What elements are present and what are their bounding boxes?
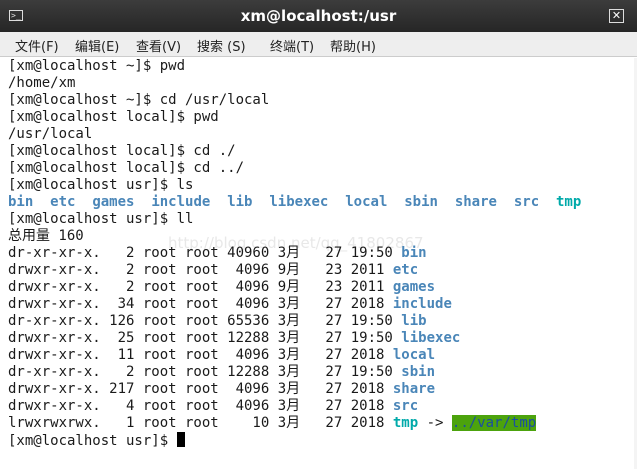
- menu-search[interactable]: 搜索 (S): [197, 36, 246, 55]
- terminal-line: [xm@localhost local]$ cd ./: [8, 143, 236, 159]
- ll-row: dr-xr-xr-x. 2 root root 12288 3月 27 19:5…: [8, 364, 435, 381]
- ll-row: drwxr-xr-x. 34 root root 4096 3月 27 2018…: [8, 296, 452, 313]
- ll-row: drwxr-xr-x. 4 root root 4096 3月 27 2018 …: [8, 398, 418, 415]
- ll-row-info: drwxr-xr-x. 34 root root 4096 3月 27 2018: [8, 296, 393, 312]
- menu-edit[interactable]: 编辑(E): [75, 36, 119, 55]
- ll-row: lrwxrwxrwx. 1 root root 10 3月 27 2018 tm…: [8, 415, 537, 432]
- terminal-line: [xm@localhost local]$ cd ../: [8, 160, 245, 176]
- ll-row: drwxr-xr-x. 217 root root 4096 3月 27 201…: [8, 381, 435, 398]
- ls-entry-local: local: [345, 194, 388, 210]
- menu-view[interactable]: 查看(V): [136, 36, 181, 55]
- menu-file[interactable]: 文件(F): [15, 36, 59, 55]
- ll-row-name: local: [392, 347, 436, 363]
- ll-row-info: dr-xr-xr-x. 126 root root 65536 3月 27 19…: [8, 313, 402, 329]
- terminal-line: [xm@localhost usr]$ ll: [8, 211, 194, 227]
- ls-entry-bin: bin: [8, 194, 34, 210]
- close-button[interactable]: ✕: [609, 9, 624, 23]
- title-bar: >_ xm@localhost:/usr ✕: [0, 0, 637, 32]
- ll-row-name: lib: [401, 313, 427, 329]
- terminal-line: [xm@localhost usr]$ ls: [8, 177, 194, 193]
- ll-row: drwxr-xr-x. 25 root root 12288 3月 27 19:…: [8, 330, 460, 347]
- ll-row-info: drwxr-xr-x. 4 root root 4096 3月 27 2018: [8, 398, 393, 414]
- terminal-line: [xm@localhost ~]$ pwd: [8, 58, 186, 74]
- ll-row: drwxr-xr-x. 2 root root 4096 9月 23 2011 …: [8, 262, 418, 279]
- menu-help[interactable]: 帮助(H): [330, 36, 376, 55]
- menu-bar: 文件(F) 编辑(E) 查看(V) 搜索 (S) 终端(T) 帮助(H): [0, 32, 637, 57]
- terminal-line: /home/xm: [8, 75, 76, 91]
- ll-row-info: drwxr-xr-x. 11 root root 4096 3月 27 2018: [8, 347, 393, 363]
- ll-row: drwxr-xr-x. 2 root root 4096 9月 23 2011 …: [8, 279, 435, 296]
- ls-output-line: bin etc games include lib libexec local …: [8, 194, 581, 211]
- ll-row-info: dr-xr-xr-x. 2 root root 40960 3月 27 19:5…: [8, 245, 402, 261]
- ll-row-info: drwxr-xr-x. 217 root root 4096 3月 27 201…: [8, 381, 393, 397]
- text-cursor: [176, 432, 185, 447]
- ls-entry-src: src: [513, 194, 540, 210]
- ll-row-info: drwxr-xr-x. 2 root root 4096 9月 23 2011: [8, 279, 393, 295]
- ls-entry-etc: etc: [50, 194, 76, 210]
- symlink-target: ../var/tmp: [451, 415, 537, 431]
- ls-entry-libexec: libexec: [269, 194, 329, 210]
- terminal-output[interactable]: http://blog.csdn.net/qq_41802867 [xm@loc…: [0, 58, 637, 469]
- ll-row: dr-xr-xr-x. 126 root root 65536 3月 27 19…: [8, 313, 427, 330]
- ls-entry-sbin: sbin: [404, 194, 438, 210]
- ll-row-name: bin: [401, 245, 427, 261]
- menu-terminal[interactable]: 终端(T): [270, 36, 314, 55]
- terminal-line: [xm@localhost local]$ pwd: [8, 109, 219, 125]
- ll-row-info: drwxr-xr-x. 25 root root 12288 3月 27 19:…: [8, 330, 402, 346]
- ls-entry-games: games: [92, 194, 135, 210]
- ls-entry-include: include: [151, 194, 211, 210]
- ls-entry-lib: lib: [227, 194, 253, 210]
- symlink-arrow: ->: [418, 415, 452, 431]
- ll-row-name: games: [392, 279, 436, 295]
- ll-row: drwxr-xr-x. 11 root root 4096 3月 27 2018…: [8, 347, 435, 364]
- ll-row: dr-xr-xr-x. 2 root root 40960 3月 27 19:5…: [8, 245, 427, 262]
- ls-entry-share: share: [454, 194, 497, 210]
- total-line: 总用量 160: [8, 228, 84, 244]
- ls-entry-tmp: tmp: [556, 194, 582, 210]
- terminal-line: [xm@localhost ~]$ cd /usr/local: [8, 92, 270, 108]
- ll-row-name: etc: [392, 262, 419, 278]
- prompt-line[interactable]: [xm@localhost usr]$: [8, 432, 185, 449]
- prompt-text: [xm@localhost usr]$: [8, 433, 177, 449]
- ll-row-name: include: [392, 296, 452, 312]
- ll-row-name: libexec: [401, 330, 461, 346]
- ll-row-name: src: [392, 398, 419, 414]
- terminal-line: /usr/local: [8, 126, 93, 142]
- ll-row-info: dr-xr-xr-x. 2 root root 12288 3月 27 19:5…: [8, 364, 402, 380]
- ll-row-name: tmp: [392, 415, 419, 431]
- ll-row-info: drwxr-xr-x. 2 root root 4096 9月 23 2011: [8, 262, 393, 278]
- window-title: xm@localhost:/usr: [240, 7, 397, 25]
- ll-row-name: share: [392, 381, 436, 397]
- ll-row-info: lrwxrwxrwx. 1 root root 10 3月 27 2018: [8, 415, 393, 431]
- ll-row-name: sbin: [401, 364, 436, 380]
